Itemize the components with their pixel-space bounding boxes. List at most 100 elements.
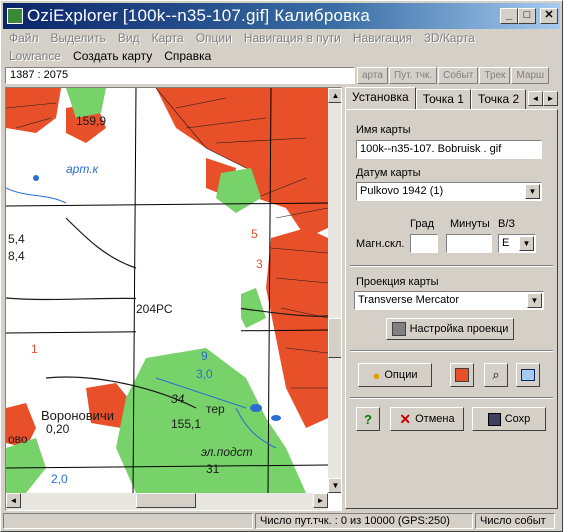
window-title: OziExplorer [100k--n35-107.gif] Калибров… (27, 6, 371, 25)
menu-options[interactable]: Опции (190, 31, 238, 45)
scroll-thumb-horizontal[interactable] (136, 493, 196, 508)
toolbar-tabs: арта Пут. тчк. Событ Трек Марш (357, 67, 550, 84)
menu-file[interactable]: Файл (3, 31, 45, 45)
map-label-1551: 155,1 (171, 417, 201, 431)
cancel-button[interactable]: ✕ Отмена (390, 407, 464, 431)
main-window: OziExplorer [100k--n35-107.gif] Калибров… (0, 0, 563, 532)
scroll-right-icon[interactable]: ► (313, 493, 328, 508)
map-image-icon (455, 368, 469, 382)
projection-value: Transverse Mercator (358, 294, 460, 306)
chevron-down-icon[interactable]: ▼ (525, 184, 540, 199)
divider (350, 265, 553, 267)
magvar-degrees-input[interactable] (410, 234, 438, 253)
menu-moving-map[interactable]: Навигация в пути (238, 31, 347, 45)
toolbar-map[interactable]: арта (357, 67, 388, 84)
scroll-down-icon[interactable]: ▼ (328, 478, 341, 493)
map-horizontal-scrollbar[interactable]: ◄ ► (6, 493, 328, 510)
options-label: Опции (384, 369, 418, 381)
menu-lowrance[interactable]: Lowrance (3, 49, 67, 63)
topographic-map[interactable]: 159,9 арт.к 5,4 8,4 204РС 9 3,0 34 Ворон… (6, 88, 329, 494)
menu-navigation[interactable]: Навигация (347, 31, 418, 45)
tab-point1[interactable]: Точка 1 (415, 89, 471, 109)
toolbar-waypoints[interactable]: Пут. тчк. (388, 67, 438, 84)
projection-select[interactable]: Transverse Mercator ▼ (354, 291, 544, 310)
toolbar-route[interactable]: Марш (511, 67, 550, 84)
map-label-3: 3 (256, 257, 263, 271)
chevron-down-icon[interactable]: ▼ (519, 236, 534, 251)
map-label-voronovichi: Вороновичи (41, 408, 114, 423)
menu-select[interactable]: Выделить (45, 31, 112, 45)
coordinate-readout: 1387 : 2075 (5, 67, 355, 84)
map-label-20: 2,0 (51, 472, 68, 486)
toolbar-events[interactable]: Событ (438, 67, 479, 84)
tab-scroll: ◄ ► (528, 91, 558, 106)
scroll-thumb-vertical[interactable] (328, 318, 341, 358)
datum-select[interactable]: Pulkovo 1942 (1) ▼ (356, 182, 542, 201)
menu-create-map[interactable]: Создать карту (67, 49, 158, 63)
east-west-value: E (502, 237, 510, 249)
settings-icon (391, 322, 406, 336)
tab-scroll-left-icon[interactable]: ◄ (528, 91, 543, 106)
menu-help[interactable]: Справка (158, 49, 217, 63)
app-icon (7, 8, 23, 24)
map-label-ovo: ово (8, 432, 28, 446)
options-button[interactable]: ● Опции (358, 363, 432, 387)
save-label: Сохр (504, 413, 531, 425)
map-label-1: 1 (31, 342, 38, 356)
map-label-art: арт.к (66, 162, 100, 176)
map-label-5: 5 (251, 227, 258, 241)
map-image-button[interactable] (450, 363, 474, 387)
toolbar-track[interactable]: Трек (479, 67, 511, 84)
map-label-31: 31 (206, 462, 220, 476)
map-label-020: 0,20 (46, 422, 70, 436)
status-waypoints: Число пут.тчк. : 0 из 10000 (GPS:250) (255, 513, 473, 529)
menu-bar-2: Lowrance Создать карту Справка (3, 47, 560, 65)
map-label-elpodst: эл.подст (201, 445, 253, 459)
magvar-label: Магн.скл. (356, 238, 405, 250)
menu-map[interactable]: Карта (146, 31, 190, 45)
divider (350, 350, 553, 352)
map-name-label: Имя карты (356, 124, 411, 136)
setup-tab-body: Имя карты 100k--n35-107. Bobruisk . gif … (345, 109, 558, 509)
tab-setup[interactable]: Установка (345, 87, 416, 109)
cross-icon: ✕ (399, 410, 412, 427)
tab-strip: Установка Точка 1 Точка 2 (345, 87, 527, 109)
menu-view[interactable]: Вид (112, 31, 146, 45)
projection-label: Проекция карты (356, 276, 439, 288)
datum-label: Датум карты (356, 167, 421, 179)
east-west-label: В/З (498, 218, 516, 230)
help-button[interactable]: ? (356, 407, 380, 431)
title-bar: OziExplorer [100k--n35-107.gif] Калибров… (3, 3, 560, 29)
floppy-icon (487, 412, 501, 426)
scroll-left-icon[interactable]: ◄ (6, 493, 21, 508)
status-events: Число событ (475, 513, 555, 529)
chevron-down-icon[interactable]: ▼ (527, 293, 542, 308)
projection-setup-button[interactable]: Настройка проекци (386, 318, 514, 340)
cancel-label: Отмена (415, 413, 455, 425)
zoom-button[interactable]: ⌕ (484, 363, 508, 387)
magvar-minutes-input[interactable] (446, 234, 492, 253)
map-label-elev1: 159,9 (76, 114, 106, 128)
projection-setup-label: Настройка проекци (409, 323, 509, 335)
windows-button[interactable] (516, 363, 540, 387)
divider (350, 397, 553, 399)
minutes-label: Минуты (450, 218, 490, 230)
east-west-select[interactable]: E ▼ (498, 234, 536, 253)
minimize-button[interactable]: _ (500, 8, 518, 24)
menu-3d-map[interactable]: 3D/Карта (418, 31, 481, 45)
scroll-up-icon[interactable]: ▲ (328, 88, 341, 103)
map-vertical-scrollbar[interactable]: ▲ ▼ (328, 88, 341, 493)
map-name-field[interactable]: 100k--n35-107. Bobruisk . gif (356, 140, 542, 159)
menu-bar: Файл Выделить Вид Карта Опции Навигация … (3, 29, 560, 47)
map-label-84: 8,4 (8, 249, 25, 263)
tab-scroll-right-icon[interactable]: ► (543, 91, 558, 106)
maximize-button[interactable]: □ (518, 8, 536, 24)
question-icon: ? (364, 411, 372, 427)
map-view[interactable]: 159,9 арт.к 5,4 8,4 204РС 9 3,0 34 Ворон… (5, 87, 342, 511)
calibration-panel: Установка Точка 1 Точка 2 ◄ ► Имя карты … (345, 87, 560, 511)
tab-point2[interactable]: Точка 2 (470, 89, 527, 109)
save-button[interactable]: Сохр (472, 407, 546, 431)
datum-value: Pulkovo 1942 (1) (360, 185, 444, 197)
close-button[interactable]: ✕ (540, 8, 558, 24)
map-label-ter: тер (206, 402, 225, 416)
